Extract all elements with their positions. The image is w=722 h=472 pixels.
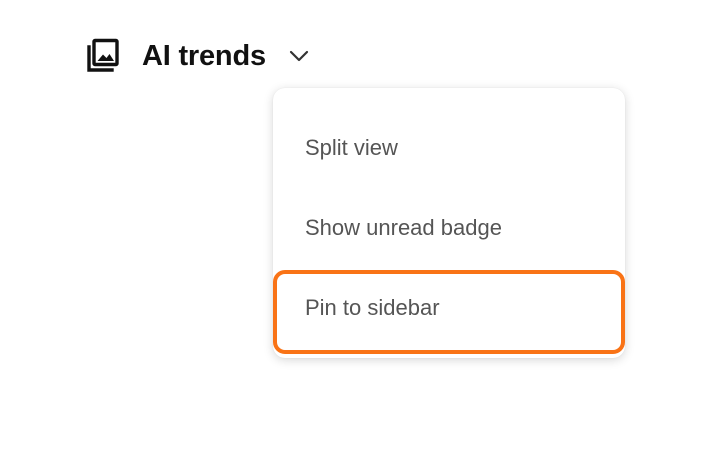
dropdown-menu: Split view Show unread badge Pin to side… xyxy=(273,88,625,358)
photo-library-icon xyxy=(82,37,120,75)
menu-item-label: Show unread badge xyxy=(305,215,502,240)
menu-item-split-view[interactable]: Split view xyxy=(273,108,625,188)
menu-item-label: Split view xyxy=(305,135,398,160)
chevron-down-icon[interactable] xyxy=(288,45,310,67)
menu-item-label: Pin to sidebar xyxy=(305,295,440,320)
page-title: AI trends xyxy=(142,39,266,72)
page-header: AI trends xyxy=(82,36,310,76)
menu-item-show-unread-badge[interactable]: Show unread badge xyxy=(273,188,625,268)
page: AI trends Split view Show unread badge P… xyxy=(0,0,722,472)
menu-item-pin-to-sidebar[interactable]: Pin to sidebar xyxy=(273,268,625,348)
